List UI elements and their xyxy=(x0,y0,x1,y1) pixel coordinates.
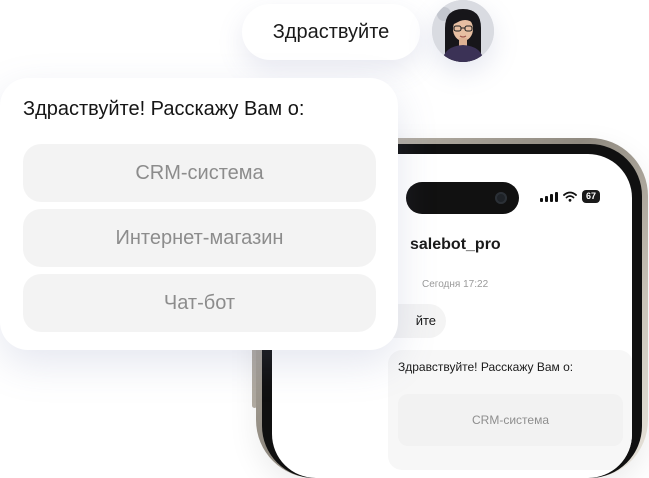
chat-date-label: Сегодня 17:22 xyxy=(422,279,489,290)
dynamic-island xyxy=(406,182,519,214)
option-chatbot-button[interactable]: Чат-бот xyxy=(23,274,376,332)
wifi-icon xyxy=(563,191,577,202)
bot-message-text: Здраствуйте! Расскажу Вам о: xyxy=(23,98,305,120)
phone-option-crm[interactable]: CRM-система xyxy=(398,394,623,446)
bot-message-card: Здраствуйте! Расскажу Вам о: CRM-система… xyxy=(0,78,398,350)
user-message-bubble: Здраствуйте xyxy=(242,4,420,60)
front-camera-icon xyxy=(495,192,507,204)
chat-contact-name: salebot_pro xyxy=(410,236,501,253)
option-crm-button[interactable]: CRM-система xyxy=(23,144,376,202)
phone-bot-message: Здравствуйте! Расскажу Вам о: CRM-систем… xyxy=(388,350,632,470)
battery-icon: 67 xyxy=(582,190,601,203)
user-avatar xyxy=(432,0,494,62)
status-bar: 67 xyxy=(540,190,601,203)
phone-bot-message-text: Здравствуйте! Расскажу Вам о: xyxy=(398,360,574,374)
signal-icon xyxy=(540,191,558,202)
avatar-photo-icon xyxy=(432,0,494,62)
option-online-store-button[interactable]: Интернет-магазин xyxy=(23,209,376,267)
